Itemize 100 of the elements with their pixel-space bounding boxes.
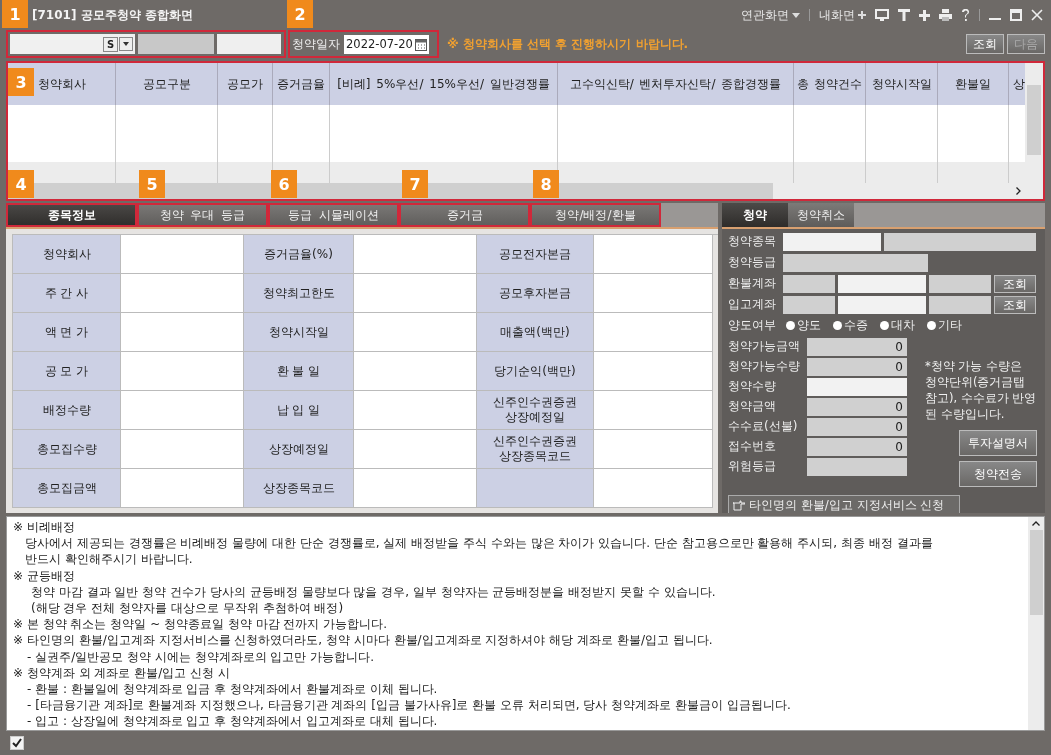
note-line: ※ 타인명의 환불/입고계좌 지정서비스를 신청하였더라도, 청약 시마다 환불/입고계좌로 지정하셔야 해당 계좌로 환불/입고 됩니다. <box>13 632 714 649</box>
radio-option[interactable]: 양도 <box>786 317 821 334</box>
value-field: 0 <box>807 337 907 356</box>
field-label: 공 모 가 <box>13 352 121 391</box>
monitor-icon[interactable] <box>875 9 889 21</box>
checkbox[interactable] <box>10 736 24 750</box>
callout-badge: 1 <box>2 0 28 28</box>
vertical-scrollbar[interactable] <box>1025 63 1043 199</box>
related-screen-menu[interactable]: 연관화면 <box>741 6 800 24</box>
field-label: 위험등급 <box>728 458 777 475</box>
date-field[interactable]: 2022-07-20 <box>344 34 429 54</box>
column-header[interactable]: 상 <box>1012 75 1025 93</box>
value-field: 0 <box>807 397 907 416</box>
plus-icon[interactable] <box>919 9 930 21</box>
field-label: 양도여부 <box>728 317 777 334</box>
tab[interactable]: 증거금 <box>399 203 530 227</box>
field-label: 청약금액 <box>728 398 777 415</box>
field-label: 청약시작일 <box>244 313 354 352</box>
field-label: 신주인수권증권 상장종목코드 <box>477 430 594 469</box>
action-button[interactable]: 조회 <box>966 34 1004 54</box>
field-label: 청약최고한도 <box>244 274 354 313</box>
callout-badge: 3 <box>8 68 34 96</box>
note-line: ※ 본 청약 취소는 청약일 ~ 청약종료일 청약 마감 전까지 가능합니다. <box>13 616 389 633</box>
tab[interactable]: 종목정보 <box>6 203 137 227</box>
tab[interactable]: 청약 우대 등급 <box>137 203 268 227</box>
input-field[interactable] <box>807 377 907 396</box>
column-header[interactable]: [비례] 5%우선/ 15%우선/ 일반경쟁률 <box>337 75 550 93</box>
column-header[interactable]: 증거금율 <box>277 75 325 93</box>
lookup-button[interactable]: 조회 <box>994 295 1036 314</box>
note-text: *청약 가능 수량은 청약단위(증거금탭 참고), 수수료가 반영된 수량입니다. <box>925 358 1037 423</box>
field-label: 청약등급 <box>728 254 777 271</box>
column-header[interactable]: 공모가 <box>227 75 263 93</box>
radio-option[interactable]: 대차 <box>880 317 915 334</box>
tab[interactable]: 등급 시뮬레이션 <box>268 203 399 227</box>
field-label: 상장예정일 <box>244 430 354 469</box>
text-icon[interactable] <box>898 9 910 21</box>
notice-text: ※ 청약회사를 선택 후 진행하시기 바랍니다. <box>447 35 689 53</box>
close-icon[interactable] <box>1031 9 1043 21</box>
column-header[interactable]: 고수익신탁/ 벤처투자신탁/ 종합경쟁률 <box>569 75 782 93</box>
field-label: 청약종목 <box>728 233 777 250</box>
radio-option[interactable]: 기타 <box>927 317 962 334</box>
note-line: 당사에서 제공되는 경쟁률은 비례배정 물량에 대한 단순 경쟁률로, 실제 배정받을 주식 수와는 많은 차이가 있습니다. 단순 참고용으로만 활용해 주시되, 최종 배정 결과를 <box>24 535 934 552</box>
field-label: 공모후자본금 <box>477 274 594 313</box>
field-label: 액 면 가 <box>13 313 121 352</box>
field-label: 수수료(선불) <box>728 418 799 435</box>
help-icon[interactable] <box>961 9 970 21</box>
window-title: [7101] 공모주청약 종합화면 <box>32 6 193 24</box>
vertical-scrollbar[interactable] <box>1028 517 1044 730</box>
field-label: 입고계좌 <box>728 296 777 313</box>
callout-badge: 6 <box>271 170 297 198</box>
calendar-icon[interactable] <box>414 37 427 51</box>
callout-badge: 8 <box>533 170 559 198</box>
text-field[interactable] <box>217 34 281 54</box>
field-label: 당기순익(백만) <box>477 352 594 391</box>
input-field[interactable] <box>783 232 881 251</box>
action-button[interactable]: 투자설명서 <box>959 430 1037 457</box>
caret-icon <box>792 12 800 18</box>
note-line: - 실권주/일반공모 청약 시에는 청약계좌로의 입고만 가능합니다. <box>26 648 376 665</box>
callout-badge: 7 <box>402 170 428 198</box>
field-label: 접수번호 <box>728 438 777 455</box>
tab[interactable]: 청약취소 <box>788 203 854 227</box>
field-label: 총모집금액 <box>13 469 121 508</box>
column-header[interactable]: 청약회사 <box>37 75 86 93</box>
input-field[interactable] <box>838 274 926 293</box>
note-line: ※ 균등배정 <box>13 567 76 584</box>
dropdown-icon[interactable] <box>119 37 133 51</box>
field-label: 청약가능수량 <box>728 358 801 375</box>
date-label: 청약일자 <box>292 35 340 53</box>
callout-badge: 4 <box>8 170 34 198</box>
radio-option[interactable]: 수증 <box>833 317 868 334</box>
printer-icon[interactable] <box>939 9 952 21</box>
action-button[interactable]: 청약전송 <box>959 461 1037 488</box>
value-field: 0 <box>807 437 907 456</box>
note-line: - [타금융기관 계좌]로 환불계좌 지정했으나, 타금융기관 계좌의 [입금 불가사유]로 환불 오류 처리되면, 당사 청약계좌로 환불금이 입금됩니다. <box>26 697 792 714</box>
note-line: ※ 비례배정 <box>13 519 76 536</box>
note-line: - 입고 : 상장일에 청약계좌로 입고 후 청약계좌에서 입고계좌로 대체 됩니다. <box>26 713 439 730</box>
field-label: 환불계좌 <box>728 275 777 292</box>
my-screen-menu[interactable]: 내화면 <box>819 6 866 24</box>
column-header[interactable]: 공모구분 <box>142 75 191 93</box>
tab[interactable]: 청약/배정/환불 <box>530 203 661 227</box>
note-line: ※ 청약계좌 외 계좌로 환불/입고 신청 시 <box>13 664 231 682</box>
column-header[interactable]: 청약시작일 <box>871 75 932 93</box>
value-field: 0 <box>807 357 907 376</box>
note-line: - 환불 : 환불일에 청약계좌로 입금 후 청약계좌에서 환불계좌로 이체 됩니다. <box>26 681 439 698</box>
s-button[interactable]: S <box>103 36 118 52</box>
value-field: 0 <box>807 417 907 436</box>
field-label: 납 입 일 <box>244 391 354 430</box>
maximize-icon[interactable] <box>1010 9 1022 21</box>
tab[interactable]: 청약 <box>722 203 788 227</box>
input-field[interactable] <box>838 295 926 314</box>
service-request-button[interactable]: 타인명의 환불/입고 지정서비스 신청 <box>728 495 960 513</box>
lookup-button[interactable]: 조회 <box>994 274 1036 293</box>
column-header[interactable]: 환불일 <box>955 75 991 93</box>
stock-code-combo[interactable]: S <box>10 34 135 54</box>
field-label: 신주인수권증권 상장예정일 <box>477 391 594 430</box>
field-label: 총모집수량 <box>13 430 121 469</box>
column-header[interactable]: 총 청약건수 <box>796 75 863 93</box>
note-line: (해당 경우 전체 청약자를 대상으로 무작위 추첨하여 배정) <box>30 600 345 617</box>
plus-icon <box>858 11 866 19</box>
field-label: 주 간 사 <box>13 274 121 313</box>
